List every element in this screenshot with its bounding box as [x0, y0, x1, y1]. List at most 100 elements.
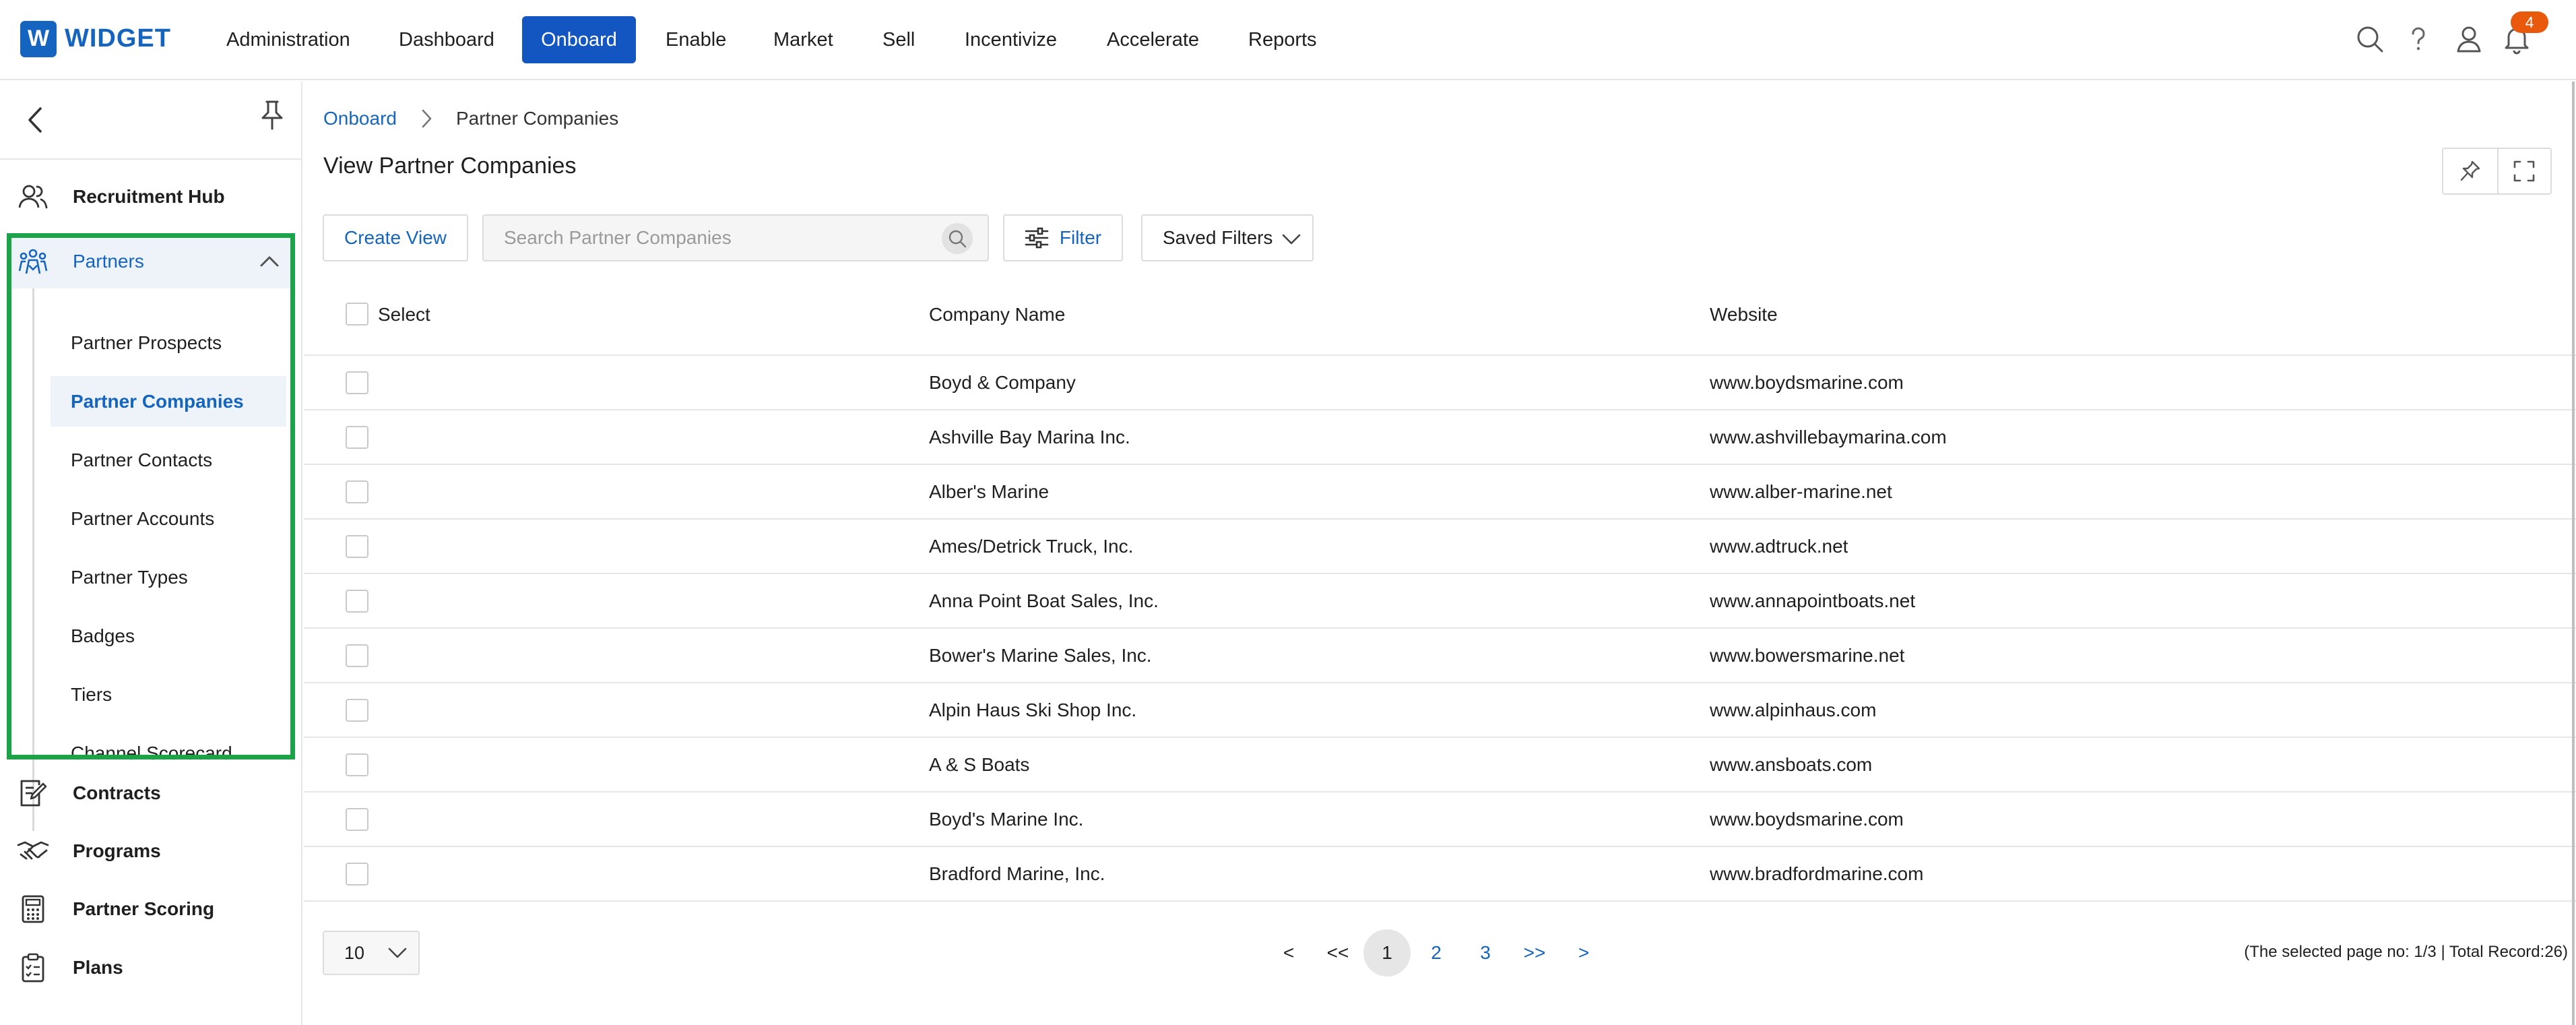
- sidebar-item-partners[interactable]: Partners: [9, 235, 294, 288]
- sidebar-item-plans[interactable]: Plans: [9, 941, 292, 995]
- sidebar-item-recruitment-hub[interactable]: Recruitment Hub: [9, 170, 292, 224]
- filter-button[interactable]: Filter: [1003, 214, 1123, 261]
- website-cell: www.adtruck.net: [1710, 536, 1848, 557]
- fullscreen-icon[interactable]: [2497, 149, 2551, 193]
- pin-sidebar-icon[interactable]: [257, 98, 291, 131]
- create-view-button[interactable]: Create View: [323, 214, 468, 261]
- company-name-cell[interactable]: Anna Point Boat Sales, Inc.: [929, 590, 1159, 612]
- table-header: Select Company Name Website: [304, 274, 2576, 356]
- column-header-company-name[interactable]: Company Name: [929, 304, 1065, 325]
- sidebar: Recruitment Hub Partners Partner Prospec…: [0, 82, 302, 1025]
- chevron-down-icon: [1280, 228, 1303, 255]
- row-select-checkbox[interactable]: [346, 644, 368, 667]
- row-select-checkbox[interactable]: [346, 480, 368, 503]
- sidebar-item-partner-scoring[interactable]: Partner Scoring: [9, 882, 292, 936]
- table-row[interactable]: Ames/Detrick Truck, Inc. www.adtruck.net: [304, 520, 2576, 574]
- nav-incentivize[interactable]: Incentivize: [965, 16, 1057, 63]
- page-size-select[interactable]: 10: [323, 931, 420, 975]
- company-name-cell[interactable]: Boyd & Company: [929, 372, 1076, 394]
- company-name-cell[interactable]: Ames/Detrick Truck, Inc.: [929, 536, 1133, 557]
- table-row[interactable]: Boyd & Company www.boydsmarine.com: [304, 356, 2576, 410]
- sidebar-item-contracts[interactable]: Contracts: [9, 766, 292, 820]
- next-page-button[interactable]: >: [1560, 929, 1607, 976]
- page-title: View Partner Companies: [323, 153, 577, 179]
- table-row[interactable]: A & S Boats www.ansboats.com: [304, 738, 2576, 793]
- table-row[interactable]: Boyd's Marine Inc. www.boydsmarine.com: [304, 793, 2576, 847]
- nav-dashboard[interactable]: Dashboard: [399, 16, 494, 63]
- nav-reports[interactable]: Reports: [1248, 16, 1317, 63]
- search-icon[interactable]: [2350, 19, 2390, 59]
- website-cell: www.boydsmarine.com: [1710, 809, 1904, 830]
- nav-market[interactable]: Market: [773, 16, 833, 63]
- company-name-cell[interactable]: A & S Boats: [929, 754, 1029, 776]
- notification-badge: 4: [2511, 11, 2548, 33]
- column-header-website[interactable]: Website: [1710, 304, 1778, 325]
- nav-sell[interactable]: Sell: [882, 16, 915, 63]
- page-2-button[interactable]: 2: [1413, 929, 1460, 976]
- row-select-checkbox[interactable]: [346, 535, 368, 558]
- page-3-button[interactable]: 3: [1462, 929, 1509, 976]
- page-info-text: (The selected page no: 1/3 | Total Recor…: [2244, 943, 2568, 961]
- sidebar-item-partner-prospects[interactable]: Partner Prospects: [51, 317, 286, 368]
- table-row[interactable]: Bradford Marine, Inc. www.bradfordmarine.…: [304, 847, 2576, 902]
- company-name-cell[interactable]: Boyd's Marine Inc.: [929, 809, 1083, 830]
- row-select-checkbox[interactable]: [346, 863, 368, 886]
- prev-page-button[interactable]: <: [1265, 929, 1312, 976]
- row-select-checkbox[interactable]: [346, 753, 368, 776]
- last-page-button[interactable]: >>: [1511, 929, 1558, 976]
- chevron-right-icon: [413, 105, 440, 132]
- company-name-cell[interactable]: Alber's Marine: [929, 481, 1049, 503]
- company-name-cell[interactable]: Ashville Bay Marina Inc.: [929, 427, 1130, 448]
- row-select-checkbox[interactable]: [346, 590, 368, 613]
- nav-enable[interactable]: Enable: [666, 16, 726, 63]
- table-row[interactable]: Alpin Haus Ski Shop Inc. www.alpinhaus.co…: [304, 683, 2576, 738]
- chevron-up-icon[interactable]: [253, 245, 286, 278]
- table-row[interactable]: Ashville Bay Marina Inc. www.ashvillebaym…: [304, 410, 2576, 465]
- page-scrollbar[interactable]: [2572, 82, 2575, 1025]
- table-row[interactable]: Bower's Marine Sales, Inc. www.bowersmari…: [304, 629, 2576, 683]
- checklist-icon: [13, 948, 53, 987]
- nav-accelerate[interactable]: Accelerate: [1107, 16, 1199, 63]
- search-input[interactable]: [484, 216, 935, 260]
- sidebar-item-partner-companies[interactable]: Partner Companies: [51, 376, 286, 427]
- sidebar-item-label: Programs: [73, 840, 161, 861]
- table-row[interactable]: Anna Point Boat Sales, Inc. www.annapoint…: [304, 574, 2576, 629]
- select-all-checkbox[interactable]: [346, 303, 368, 325]
- breadcrumb: Onboard Partner Companies: [323, 102, 618, 135]
- company-name-cell[interactable]: Alpin Haus Ski Shop Inc.: [929, 700, 1136, 721]
- website-cell: www.alpinhaus.com: [1710, 700, 1877, 720]
- nav-onboard[interactable]: Onboard: [522, 16, 636, 63]
- handshake-icon: [13, 832, 53, 871]
- first-page-button[interactable]: <<: [1314, 929, 1361, 976]
- row-select-checkbox[interactable]: [346, 699, 368, 722]
- sidebar-item-partner-contacts[interactable]: Partner Contacts: [51, 435, 286, 485]
- collapse-sidebar-icon[interactable]: [20, 103, 54, 137]
- page-1-button[interactable]: 1: [1363, 929, 1411, 976]
- filter-label: Filter: [1059, 227, 1102, 248]
- breadcrumb-current: Partner Companies: [455, 108, 619, 129]
- row-select-checkbox[interactable]: [346, 808, 368, 831]
- row-select-checkbox[interactable]: [346, 371, 368, 394]
- saved-filters-dropdown[interactable]: Saved Filters: [1141, 214, 1314, 261]
- sidebar-item-partner-types[interactable]: Partner Types: [51, 552, 286, 602]
- nav-administration[interactable]: Administration: [226, 16, 350, 63]
- user-icon[interactable]: [2449, 19, 2489, 59]
- company-name-cell[interactable]: Bower's Marine Sales, Inc.: [929, 645, 1152, 666]
- table-row[interactable]: Alber's Marine www.alber-marine.net: [304, 465, 2576, 520]
- row-select-checkbox[interactable]: [346, 426, 368, 449]
- top-navigation-bar: W WIDGET Administration Dashboard Onboar…: [0, 0, 2576, 80]
- main-nav: Administration Dashboard Onboard Enable …: [0, 0, 1347, 80]
- pin-view-icon[interactable]: [2443, 149, 2497, 193]
- breadcrumb-onboard-link[interactable]: Onboard: [323, 108, 397, 129]
- sidebar-item-label: Plans: [73, 957, 123, 978]
- sidebar-item-partner-accounts[interactable]: Partner Accounts: [51, 493, 286, 544]
- company-name-cell[interactable]: Bradford Marine, Inc.: [929, 863, 1105, 885]
- saved-filters-label: Saved Filters: [1163, 227, 1273, 248]
- sidebar-item-label: Contracts: [73, 782, 161, 803]
- people-icon: [13, 177, 53, 216]
- sidebar-item-tiers[interactable]: Tiers: [51, 669, 286, 720]
- sidebar-item-programs[interactable]: Programs: [9, 824, 292, 878]
- search-icon[interactable]: [942, 223, 973, 254]
- help-icon[interactable]: [2398, 19, 2439, 59]
- sidebar-item-badges[interactable]: Badges: [51, 611, 286, 661]
